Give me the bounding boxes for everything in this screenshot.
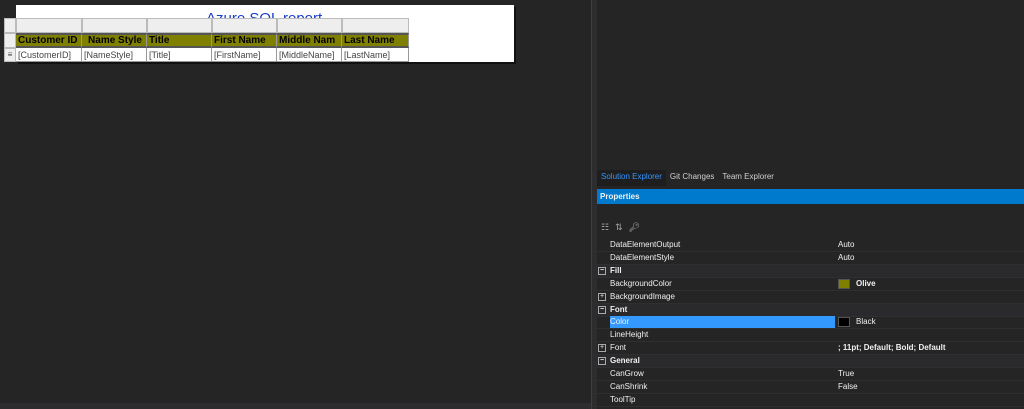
property-row[interactable]: Color Black xyxy=(597,316,1024,330)
properties-header: Properties xyxy=(597,189,1024,204)
tab-git-changes[interactable]: Git Changes xyxy=(666,170,718,186)
property-row[interactable]: LineHeight xyxy=(597,329,1024,343)
property-name: Fill xyxy=(610,265,622,275)
column-handle[interactable] xyxy=(277,18,342,33)
property-value[interactable]: Auto xyxy=(838,239,854,251)
column-handle[interactable] xyxy=(342,18,409,33)
property-value[interactable]: Black xyxy=(838,316,876,328)
header-cell[interactable]: Customer ID xyxy=(16,33,82,48)
property-row[interactable]: DataElementStyle Auto xyxy=(597,252,1024,265)
color-swatch xyxy=(838,317,850,328)
explorer-tabs: Solution Explorer Git Changes Team Explo… xyxy=(597,170,778,186)
header-cell[interactable]: Last Name xyxy=(342,33,409,48)
property-name: DataElementStyle xyxy=(610,252,675,262)
property-name: DataElementOutput xyxy=(610,240,681,249)
right-panel: Solution Explorer Git Changes Team Explo… xyxy=(597,0,1024,409)
property-value[interactable]: True xyxy=(838,368,854,380)
data-cell[interactable]: [LastName] xyxy=(342,48,409,62)
property-value[interactable]: ; 11pt; Default; Bold; Default xyxy=(838,342,946,354)
property-category[interactable]: − Fill xyxy=(597,264,1024,278)
header-cell[interactable]: First Name xyxy=(212,33,277,48)
property-value[interactable]: Auto xyxy=(838,252,854,264)
column-handle[interactable] xyxy=(212,18,277,33)
property-name: BackgroundImage xyxy=(610,291,675,301)
property-row[interactable]: BackgroundColor Olive xyxy=(597,278,1024,291)
color-swatch xyxy=(838,278,850,289)
property-name: Font xyxy=(610,343,627,353)
property-value[interactable]: False xyxy=(838,381,858,393)
collapse-icon[interactable]: − xyxy=(598,357,606,366)
property-name: Font xyxy=(610,304,628,314)
property-value[interactable]: Olive xyxy=(838,278,876,290)
property-category[interactable]: − General xyxy=(597,355,1024,369)
data-cell[interactable]: [MiddleName] xyxy=(277,48,342,62)
data-cell[interactable]: [FirstName] xyxy=(212,48,277,62)
header-cell[interactable]: Name Style xyxy=(82,33,147,48)
column-handle[interactable] xyxy=(16,18,82,33)
tab-team-explorer[interactable]: Team Explorer xyxy=(718,170,778,186)
row-handle[interactable] xyxy=(4,18,16,33)
row-handle-details[interactable]: ≡ xyxy=(4,48,16,62)
property-name: CanGrow xyxy=(610,369,644,378)
properties-toolbar: ☷ ⇅ 🔑︎ xyxy=(601,222,640,233)
collapse-icon[interactable]: − xyxy=(598,266,606,275)
property-value-text: Auto xyxy=(838,240,855,249)
property-name: LineHeight xyxy=(610,330,649,340)
data-cell[interactable]: [NameStyle] xyxy=(82,48,147,62)
report-design-canvas[interactable]: Azure SQL report ≡ Customer ID [CustomerID… xyxy=(0,0,591,409)
property-value-text: Black xyxy=(856,317,876,327)
expand-icon[interactable]: + xyxy=(598,344,606,353)
horizontal-scrollbar[interactable] xyxy=(0,403,591,409)
alphabetical-icon[interactable]: ⇅ xyxy=(615,222,623,233)
property-value-text: True xyxy=(838,369,855,378)
expand-icon[interactable]: + xyxy=(598,292,606,301)
property-category[interactable]: − Font xyxy=(597,303,1024,317)
column-handle[interactable] xyxy=(147,18,212,33)
property-row[interactable]: + Font ; 11pt; Default; Bold; Default xyxy=(597,342,1024,356)
column-handle[interactable] xyxy=(82,18,147,33)
property-name: ToolTip xyxy=(610,394,636,404)
data-cell[interactable]: [Title] xyxy=(147,48,212,62)
property-value-text: Auto xyxy=(838,252,855,262)
data-cell[interactable]: [CustomerID] xyxy=(16,48,82,62)
property-name: BackgroundColor xyxy=(610,278,672,288)
property-value-text: ; 11pt; Default; Bold; Default xyxy=(838,343,946,353)
tab-solution-explorer[interactable]: Solution Explorer xyxy=(597,170,666,186)
property-row[interactable]: CanShrink False xyxy=(597,381,1024,394)
row-handle[interactable] xyxy=(4,33,16,48)
property-row[interactable]: DataElementOutput Auto xyxy=(597,239,1024,252)
property-pages-icon[interactable]: 🔑︎ xyxy=(629,222,640,233)
header-cell[interactable]: Title xyxy=(147,33,212,48)
categorized-icon[interactable]: ☷ xyxy=(601,222,609,233)
property-name: Color xyxy=(610,316,835,329)
property-row[interactable]: CanGrow True xyxy=(597,368,1024,381)
property-name: General xyxy=(610,356,640,366)
collapse-icon[interactable]: − xyxy=(598,305,606,314)
property-value-text: False xyxy=(838,381,858,391)
property-row[interactable]: + BackgroundImage xyxy=(597,291,1024,304)
property-row[interactable]: ToolTip xyxy=(597,394,1024,407)
property-name: CanShrink xyxy=(610,381,648,391)
header-cell[interactable]: Middle Nam xyxy=(277,33,342,48)
property-value-text: Olive xyxy=(856,278,876,288)
